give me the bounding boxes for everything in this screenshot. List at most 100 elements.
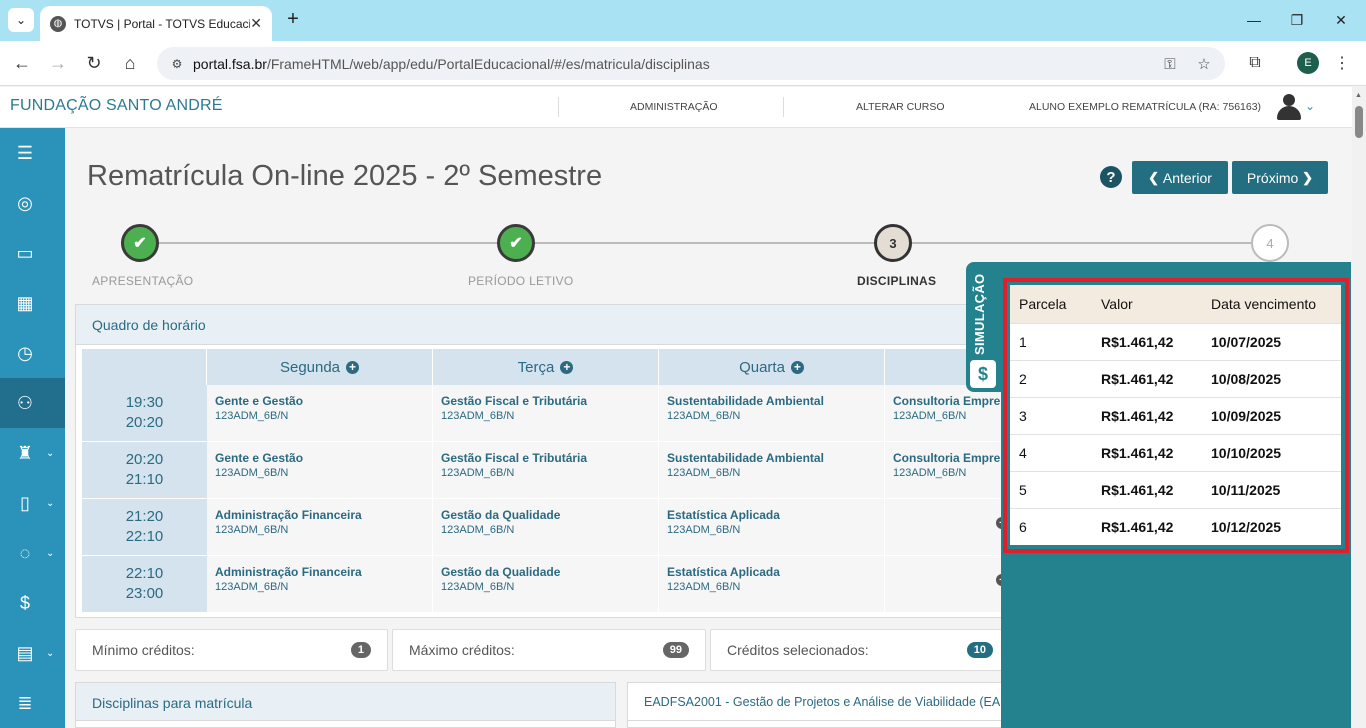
brand-logo-text[interactable]: FUNDAÇÃO SANTO ANDRÉ [10,97,223,115]
schedule-cell[interactable]: Administração Financeira 123ADM_6B/N [207,556,433,613]
installments-table: Parcela Valor Data vencimento 1 R$1.461,4… [1010,285,1341,545]
schedule-cell[interactable]: Gente e Gestão 123ADM_6B/N [207,385,433,442]
star-icon[interactable]: ☆ [1193,53,1215,75]
schedule-cell[interactable]: Consultoria Empresarial123ADM_6B/N [885,385,1009,442]
schedule-cell[interactable]: Sustentabilidade Ambiental 123ADM_6B/N [659,442,885,499]
schedule-cell[interactable]: Estatística Aplicada 123ADM_6B/N [659,499,885,556]
add-circle-icon[interactable]: + [560,360,574,374]
tab-search-button[interactable]: ⌄ [8,8,34,32]
back-button[interactable]: ← [10,51,34,75]
sidebar-item-documents[interactable]: ≣ [0,678,65,728]
schedule-cell-empty[interactable]: + [885,556,1009,613]
step-3-marker[interactable]: 3 [874,224,912,262]
home-button[interactable]: ⌂ [118,51,142,75]
installment-due-date: 10/07/2025 [1202,322,1341,360]
chevron-down-icon: ⌄ [15,13,27,27]
kebab-menu-icon[interactable]: ⋮ [1332,51,1352,75]
schedule-cell[interactable]: Gestão Fiscal e Tributária 123ADM_6B/N [433,385,659,442]
time-slot: 19:30 20:20 [82,385,207,442]
browser-tab[interactable]: ◍ TOTVS | Portal - TOTVS Educacional ✕ [40,6,272,41]
address-bar[interactable]: ⚙ portal.fsa.br/FrameHTML/web/app/edu/Po… [157,47,1225,80]
chevron-down-icon[interactable]: ⌄ [1305,99,1315,113]
sidebar-item-academic[interactable]: ♜ ⌄ [0,428,65,478]
max-credits-badge: 99 [662,642,689,658]
chevron-right-icon: ❯ [1302,169,1314,185]
user-name[interactable]: ALUNO EXEMPLO REMATRÍCULA (RA: 756163) [1029,101,1261,113]
minimize-button[interactable]: — [1240,8,1268,32]
sidebar-item-chat[interactable]: ◎ [0,178,65,228]
step-1-marker[interactable]: ✔ [121,224,159,262]
table-row: 5 R$1.461,42 10/11/2025 [1010,470,1341,508]
dollar-icon[interactable]: $ [970,360,996,388]
schedule-cell[interactable]: Estatística Aplicada 123ADM_6B/N [659,556,885,613]
profile-avatar[interactable]: E [1297,52,1319,74]
schedule-panel-title: Quadro de horário [76,305,1014,345]
sidebar-item-library[interactable]: ▤ ⌄ [0,628,65,678]
grid-corner [82,349,207,385]
globe-icon: ◍ [50,15,66,32]
add-circle-icon[interactable]: + [346,360,360,374]
time-slot: 22:10 23:00 [82,556,207,613]
sidebar-item-clipboard[interactable]: ▯ ⌄ [0,478,65,528]
step-2-marker[interactable]: ✔ [497,224,535,262]
installment-value: R$1.461,42 [1092,322,1202,360]
sidebar-item-monitor[interactable]: ▭ [0,228,65,278]
sidebar-item-clock[interactable]: ◷ [0,328,65,378]
help-icon[interactable]: ? [1100,166,1122,188]
page-scrollbar[interactable] [1352,87,1366,728]
installment-number: 1 [1010,322,1092,360]
scroll-up-icon[interactable]: ▲ [1355,92,1362,99]
schedule-cell[interactable]: Gestão da Qualidade 123ADM_6B/N [433,499,659,556]
previous-button[interactable]: ❮ Anterior [1132,161,1228,194]
schedule-cell[interactable]: Sustentabilidade Ambiental 123ADM_6B/N [659,385,885,442]
course-detail-title: EADFSA2001 - Gestão de Projetos e Anális… [628,683,1016,721]
column-header: Parcela [1010,285,1092,323]
book-icon: ▤ [16,642,34,663]
sidebar-item-grid[interactable]: ▦ [0,278,65,328]
installment-value: R$1.461,42 [1092,396,1202,434]
reload-button[interactable]: ↻ [82,51,106,75]
sidebar-item-financial[interactable]: $ [0,578,65,628]
table-row: 2 R$1.461,42 10/08/2025 [1010,359,1341,397]
document-icon: ≣ [17,692,33,713]
add-circle-icon[interactable]: + [790,360,804,374]
grid-icon: ▦ [16,292,34,313]
change-course-link[interactable]: ALTERAR CURSO [856,101,945,113]
site-info-icon[interactable]: ⚙ [167,54,187,74]
schedule-cell[interactable]: Gestão Fiscal e Tributária 123ADM_6B/N [433,442,659,499]
lightbulb-icon: ◌ [19,542,31,563]
schedule-cell-empty[interactable]: + [885,499,1009,556]
next-button[interactable]: Próximo ❯ [1232,161,1328,194]
sidebar-item-ideas[interactable]: ◌ ⌄ [0,528,65,578]
key-icon[interactable]: ⚿ [1159,53,1181,75]
schedule-cell[interactable]: Gente e Gestão 123ADM_6B/N [207,442,433,499]
chevron-down-icon: ⌄ [46,547,55,559]
simulation-tab-label[interactable]: SIMULAÇÃO [972,274,987,355]
sidebar-item-menu[interactable]: ☰ [0,128,65,178]
new-tab-button[interactable]: + [282,8,304,30]
monitor-icon: ▭ [16,242,34,263]
step-3-label: DISCIPLINAS [857,274,937,288]
close-window-button[interactable]: ✕ [1327,8,1355,32]
extensions-icon[interactable]: ⧉ [1243,51,1267,75]
installment-number: 4 [1010,433,1092,471]
invoice-icon: $ [19,592,30,613]
restore-button[interactable]: ❐ [1283,8,1311,32]
forward-button[interactable]: → [46,51,70,75]
installment-due-date: 10/09/2025 [1202,396,1341,434]
installment-value: R$1.461,42 [1092,433,1202,471]
divider [558,97,559,117]
step-4-marker[interactable]: 4 [1251,224,1289,262]
app-header: FUNDAÇÃO SANTO ANDRÉ ADMINISTRAÇÃO ALTER… [0,87,1352,128]
schedule-cell[interactable]: Gestão da Qualidade 123ADM_6B/N [433,556,659,613]
chevron-down-icon: ⌄ [46,447,55,459]
administration-link[interactable]: ADMINISTRAÇÃO [630,101,718,113]
schedule-cell[interactable]: Consultoria Empresarial123ADM_6B/N [885,442,1009,499]
schedule-panel: Quadro de horário Segunda + Terça + Quarta… [75,304,1015,618]
schedule-cell[interactable]: Administração Financeira 123ADM_6B/N [207,499,433,556]
scrollbar-thumb[interactable] [1355,106,1363,138]
table-row: 1 R$1.461,42 10/07/2025 [1010,322,1341,360]
close-icon[interactable]: ✕ [250,15,262,32]
sidebar-item-enrollment[interactable]: ⚇ [0,378,65,428]
user-avatar-icon[interactable] [1277,94,1301,120]
